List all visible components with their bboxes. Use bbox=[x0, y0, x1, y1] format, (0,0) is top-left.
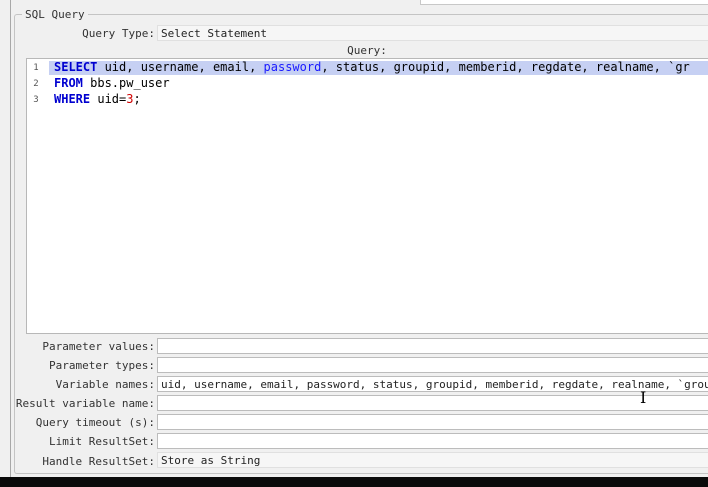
code-text: ; bbox=[133, 92, 141, 106]
parameter-types-input[interactable] bbox=[157, 357, 708, 373]
code-line-1: SELECT uid, username, email, password, s… bbox=[54, 60, 690, 74]
bottom-bar bbox=[0, 477, 708, 487]
code-text: , status, groupid, memberid, regdate, re… bbox=[321, 60, 690, 74]
line-number: 2 bbox=[33, 79, 39, 89]
code-text: bbs.pw_user bbox=[82, 76, 170, 90]
code-text: uid, username, email, bbox=[97, 60, 264, 74]
text-cursor-icon: I bbox=[640, 388, 647, 407]
query-type-label: Query Type: bbox=[82, 27, 155, 40]
parameter-types-label: Parameter types: bbox=[49, 359, 155, 372]
variable-names-input[interactable]: uid, username, email, password, status, … bbox=[157, 376, 708, 392]
query-timeout-input[interactable] bbox=[157, 414, 708, 430]
code-line-3: WHERE uid=3; bbox=[54, 92, 141, 106]
query-timeout-label: Query timeout (s): bbox=[35, 416, 155, 429]
sql-keyword: WHERE bbox=[54, 92, 91, 106]
query-label: Query: bbox=[347, 44, 387, 57]
sql-keyword: password bbox=[263, 60, 322, 74]
result-variable-name-input[interactable] bbox=[157, 395, 708, 411]
handle-resultset-select[interactable]: Store as String bbox=[157, 452, 708, 468]
line-number: 3 bbox=[33, 95, 39, 105]
sql-keyword: SELECT bbox=[54, 60, 98, 74]
top-field-edge bbox=[420, 0, 708, 5]
parameter-values-input[interactable] bbox=[157, 338, 708, 354]
variable-names-label: Variable names: bbox=[55, 378, 155, 391]
code-line-2: FROM bbs.pw_user bbox=[54, 76, 170, 90]
query-type-select[interactable]: Select Statement bbox=[157, 25, 708, 41]
line-number: 1 bbox=[33, 63, 39, 73]
result-variable-name-label: Result variable name: bbox=[15, 397, 155, 410]
parameter-values-label: Parameter values: bbox=[42, 340, 155, 353]
code-text: uid= bbox=[90, 92, 127, 106]
handle-resultset-label: Handle ResultSet: bbox=[42, 455, 155, 468]
limit-resultset-input[interactable] bbox=[157, 433, 708, 449]
top-strip bbox=[0, 0, 708, 6]
sql-keyword: FROM bbox=[54, 76, 83, 90]
sql-query-legend: SQL Query bbox=[22, 8, 88, 21]
limit-resultset-label: Limit ResultSet: bbox=[49, 435, 155, 448]
sql-editor[interactable]: 1 2 3 SELECT uid, username, email, passw… bbox=[26, 58, 708, 334]
